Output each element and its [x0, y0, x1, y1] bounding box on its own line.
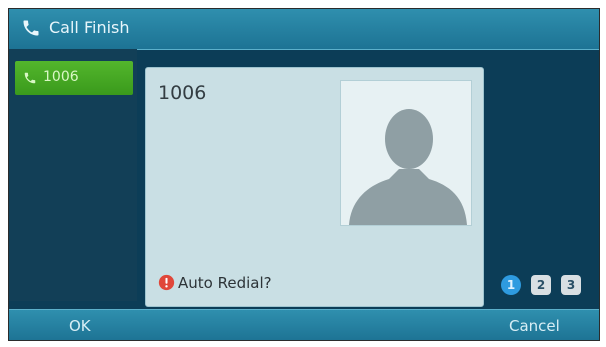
line-key-panel: 1006: [9, 49, 137, 301]
softkey-bar: OK Cancel: [9, 309, 599, 340]
contact-number: 1006: [158, 82, 207, 104]
line-key-1006[interactable]: 1006: [15, 61, 133, 95]
screen-title: Call Finish: [49, 18, 130, 37]
contact-avatar: [340, 80, 472, 226]
line-key-label: 1006: [43, 69, 79, 85]
cancel-button[interactable]: Cancel: [509, 317, 560, 335]
phone-handset-icon: [23, 20, 39, 36]
call-info-card: 1006 Auto Redial?: [145, 67, 484, 307]
phone-screen: Call Finish 1006 1006 Auto Redial? 1 2 3…: [8, 8, 600, 341]
ok-button[interactable]: OK: [69, 317, 91, 335]
page-1-indicator[interactable]: 1: [501, 275, 521, 295]
title-bar: Call Finish: [9, 9, 599, 50]
person-silhouette-icon: [349, 109, 467, 225]
auto-redial-prompt: Auto Redial?: [158, 274, 272, 292]
phone-handset-icon: [24, 72, 36, 84]
page-2-indicator[interactable]: 2: [531, 275, 551, 295]
alert-circle-icon: [158, 274, 175, 291]
page-indicator: 1 2 3: [495, 275, 595, 297]
prompt-text: Auto Redial?: [178, 274, 272, 292]
page-3-indicator[interactable]: 3: [561, 275, 581, 295]
